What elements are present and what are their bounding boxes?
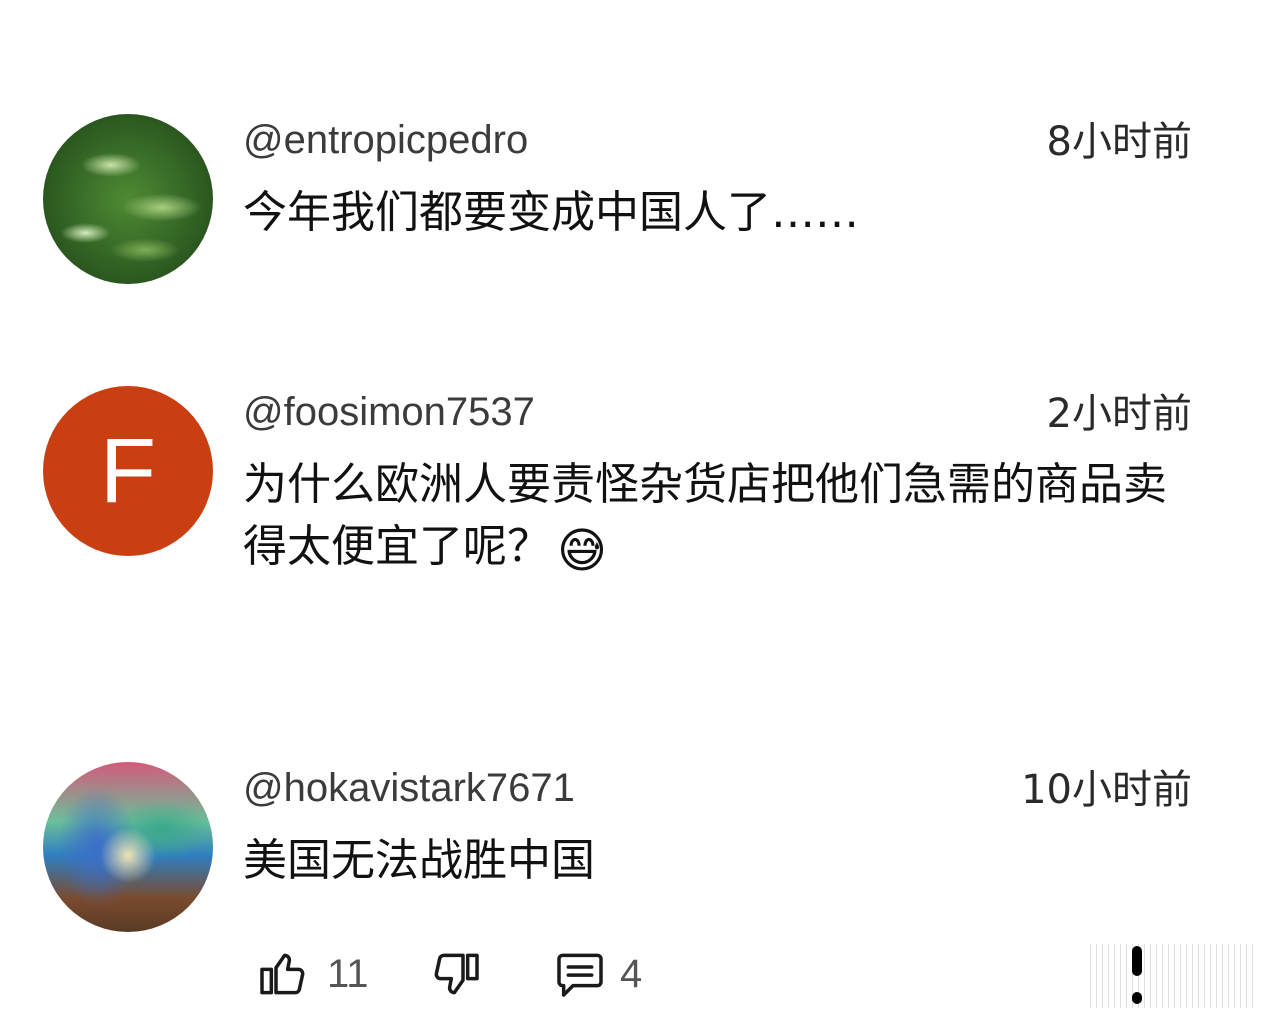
comment-text: 为什么欧洲人要责怪杂货店把他们急需的商品卖得太便宜了呢？ 😅 <box>243 454 1203 578</box>
grinning-sweat-emoji: 😅 <box>557 523 608 579</box>
comment-action-bar: 11 4 <box>0 940 1280 1010</box>
comment-list: @entropicpedro 8小时前 今年我们都要变成中国人了…… F @fo… <box>0 0 1280 1021</box>
avatar[interactable] <box>43 762 213 932</box>
comment-author[interactable]: @foosimon7537 <box>243 388 535 436</box>
comment-text-body: 为什么欧洲人要责怪杂货店把他们急需的商品卖得太便宜了呢？ <box>243 459 1167 572</box>
comment-author[interactable]: @entropicpedro <box>243 116 528 164</box>
avatar[interactable]: F <box>43 386 213 556</box>
thumbs-down-icon[interactable] <box>428 946 484 1002</box>
comment-icon[interactable] <box>552 946 608 1002</box>
comment-timestamp: 10小时前 <box>1021 767 1192 813</box>
comment-text: 今年我们都要变成中国人了…… <box>243 187 859 238</box>
comment-text: 美国无法战胜中国 <box>243 835 595 886</box>
avatar[interactable] <box>43 114 213 284</box>
more-options-button[interactable] <box>1085 944 1255 1008</box>
like-count: 11 <box>327 952 369 996</box>
thumbs-up-icon[interactable] <box>255 946 311 1002</box>
reply-count: 4 <box>620 952 643 996</box>
comment-author[interactable]: @hokavistark7671 <box>243 764 575 812</box>
comment-timestamp: 8小时前 <box>1046 119 1192 165</box>
avatar-letter: F <box>99 420 157 522</box>
comment-timestamp: 2小时前 <box>1046 391 1192 437</box>
more-options-icon <box>1132 946 1142 1004</box>
